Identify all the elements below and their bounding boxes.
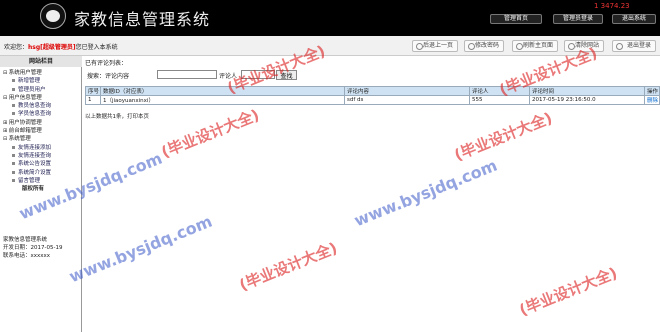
sidebar-item[interactable]: 系统简介设置 (0, 169, 82, 177)
sidebar-group: 版权所有 (22, 186, 45, 193)
admin-home-button[interactable]: 管理首页 (490, 14, 542, 24)
summary-text: 以上数据共1条，打印本页 (85, 114, 150, 120)
sidebar-item[interactable]: 留言管理 (0, 177, 82, 185)
col-content: 评论内容 (344, 86, 470, 96)
logout-button[interactable]: 退出登录 (612, 40, 656, 52)
refresh-icon (516, 43, 523, 50)
sidebar-item[interactable]: 友情连接添加 (0, 144, 82, 152)
col-time: 评论时间 (529, 86, 645, 96)
cell-author: 555 (469, 95, 530, 105)
back-label: 后退上一页 (422, 42, 453, 49)
col-index: 序号 (85, 86, 101, 96)
app-title: 家教信息管理系统 (74, 10, 211, 29)
comment-content-input[interactable] (157, 70, 217, 79)
user-suffix: 您已登入本系统 (75, 44, 118, 51)
sidebar: 网站栏目 系统用户管理新增管理管理员用户用户信息管理教员信息查询学员信息查询用户… (0, 56, 82, 332)
clear-button[interactable]: 清除网站 (564, 40, 604, 52)
user-prefix: 欢迎您： (4, 44, 29, 51)
sidebar-heading: 网站栏目 (0, 56, 82, 67)
refresh-label: 刷新主页面 (522, 42, 553, 49)
refresh-button[interactable]: 刷新主页面 (512, 40, 558, 52)
sidebar-group[interactable]: 用户信息管理 (0, 94, 82, 102)
sidebar-item[interactable]: 教员信息查询 (0, 102, 82, 110)
table-header-row: 序号 数据ID（对应表） 评论内容 评论人 评论时间 操作 (85, 86, 660, 96)
sidebar-tree: 系统用户管理新增管理管理员用户用户信息管理教员信息查询学员信息查询用户协调管理前… (0, 69, 82, 193)
change-password-label: 修改密码 (474, 42, 499, 49)
page-title: 已有评论列表： (85, 60, 128, 67)
sidebar-footer: 家教信息管理系统 开发日期：2017-05-19 联系电话：xxxxxx (3, 236, 81, 260)
admin-login-button[interactable]: 管理员登录 (553, 14, 603, 24)
col-action: 操作 (644, 86, 660, 96)
welcome-text: 欢迎您：hsg[超级管理员]您已登入本系统 (4, 42, 118, 51)
cell-content: sdf ds (344, 95, 470, 105)
logout-label: 退出登录 (626, 42, 651, 49)
power-icon (616, 43, 623, 50)
sidebar-group[interactable]: 前台邮箱管理 (0, 127, 82, 135)
back-icon (416, 43, 423, 50)
sidebar-item[interactable]: 友情连接查询 (0, 152, 82, 160)
footer-dev-date: 开发日期：2017-05-19 (3, 245, 63, 251)
header-bar: 家教信息管理系统 1 3474.23 管理首页 管理员登录 退出系统 (0, 0, 660, 36)
back-button[interactable]: 后退上一页 (412, 40, 458, 52)
sidebar-item[interactable]: 新增管理 (0, 77, 82, 85)
toolbar: 欢迎您：hsg[超级管理员]您已登入本系统 后退上一页 修改密码 刷新主页面 清… (0, 36, 660, 56)
table-row: 1 1（jiaoyuanxinxi） sdf ds 555 2017-05-19… (85, 95, 660, 105)
exit-system-button[interactable]: 退出系统 (612, 14, 656, 24)
col-author: 评论人 (469, 86, 530, 96)
comment-author-input[interactable] (241, 70, 275, 79)
change-password-button[interactable]: 修改密码 (464, 40, 504, 52)
cell-index: 1 (85, 95, 101, 105)
clear-icon (568, 43, 575, 50)
sidebar-item[interactable]: 管理员用户 (0, 86, 82, 94)
cell-data-id: 1（jiaoyuanxinxi） (100, 95, 345, 105)
sidebar-group[interactable]: 用户协调管理 (0, 119, 82, 127)
user-name: hsg[超级管理员] (28, 44, 76, 51)
sidebar-item[interactable]: 学员信息查询 (0, 110, 82, 118)
cell-time: 2017-05-19 23:16:50.0 (529, 95, 645, 105)
search-author-label: 评论人 (219, 73, 238, 80)
sidebar-item[interactable]: 系统公告设置 (0, 160, 82, 168)
main-content: 已有评论列表： 搜索：评论内容 评论人 查找 序号 数据ID（对应表） 评论内容… (85, 56, 660, 332)
col-data-id: 数据ID（对应表） (100, 86, 345, 96)
delete-link[interactable]: 删除 (644, 95, 660, 105)
sidebar-group[interactable]: 系统用户管理 (0, 69, 82, 77)
search-button[interactable]: 查找 (276, 70, 297, 80)
footer-phone: 联系电话：xxxxxx (3, 253, 51, 259)
header-corner-text: 1 3474.23 (594, 2, 630, 10)
clear-label: 清除网站 (574, 42, 599, 49)
key-icon (468, 43, 475, 50)
comments-table: 序号 数据ID（对应表） 评论内容 评论人 评论时间 操作 1 1（jiaoyu… (85, 86, 660, 105)
logo-icon (40, 3, 66, 29)
footer-system: 家教信息管理系统 (3, 237, 48, 243)
sidebar-group[interactable]: 系统管理 (0, 135, 82, 143)
search-content-label: 搜索：评论内容 (87, 73, 130, 80)
